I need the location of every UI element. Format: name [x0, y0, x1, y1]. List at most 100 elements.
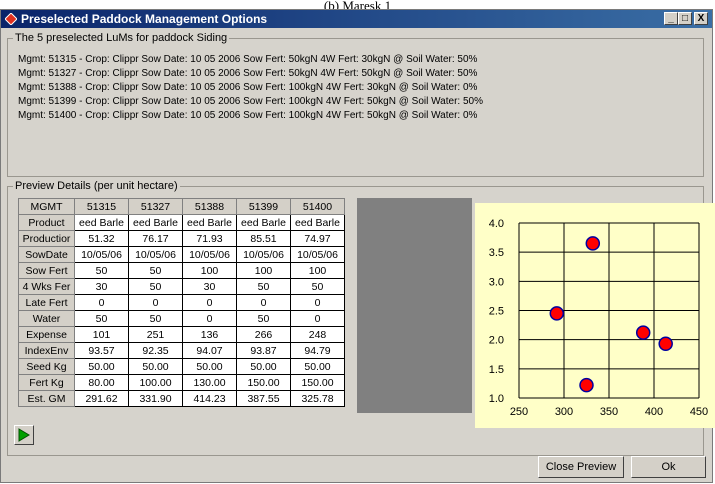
- table-cell: 50: [128, 310, 183, 327]
- table-cell: 331.90: [128, 390, 183, 407]
- table-cell: 80.00: [74, 374, 129, 391]
- table-cell: 50.00: [290, 358, 345, 375]
- table-row: 4 Wks Fer 30 50 30 50 50: [18, 278, 345, 295]
- table-row: Productior 51.32 76.17 71.93 85.51 74.97: [18, 230, 345, 247]
- table-cell: 136: [182, 326, 237, 343]
- table-cell: 387.55: [236, 390, 291, 407]
- table-corner-header: MGMT: [18, 198, 75, 215]
- ok-button[interactable]: Ok: [631, 456, 706, 478]
- table-column-header: 51399: [236, 198, 291, 215]
- row-header: Seed Kg: [18, 358, 75, 375]
- table-cell: 10/05/06: [128, 246, 183, 263]
- y-tick-label: 3.0: [489, 276, 504, 288]
- table-cell: 50.00: [128, 358, 183, 375]
- table-cell: 100.00: [128, 374, 183, 391]
- table-cell: 10/05/06: [182, 246, 237, 263]
- table-cell: 130.00: [182, 374, 237, 391]
- table-cell: 51.32: [74, 230, 129, 247]
- app-icon: [5, 13, 17, 25]
- table-cell: 30: [74, 278, 129, 295]
- table-cell: 93.87: [236, 342, 291, 359]
- y-tick-label: 4.0: [489, 218, 504, 230]
- play-icon: [18, 428, 30, 442]
- scatter-chart-svg: 250 300 350 400 450 1.0 1.5 2.0 2.5 3.0 3.5 4.0: [489, 218, 708, 418]
- maximize-button[interactable]: □: [678, 12, 692, 25]
- data-point: [585, 236, 601, 251]
- table-cell: 50.00: [182, 358, 237, 375]
- table-column-header: 51327: [128, 198, 183, 215]
- table-row: Est. GM 291.62 331.90 414.23 387.55 325.78: [18, 390, 345, 407]
- table-cell: 266: [236, 326, 291, 343]
- table-cell: 0: [290, 294, 345, 311]
- y-tick-label: 2.5: [489, 306, 504, 318]
- table-cell: 50: [74, 310, 129, 327]
- table-cell: 100: [290, 262, 345, 279]
- close-preview-button[interactable]: Close Preview: [538, 456, 624, 478]
- grid-empty-area: [357, 198, 472, 413]
- table-cell: 150.00: [236, 374, 291, 391]
- minimize-button[interactable]: _: [664, 12, 678, 25]
- table-cell: 100: [182, 262, 237, 279]
- x-tick-label: 400: [645, 406, 663, 418]
- row-header: SowDate: [18, 246, 75, 263]
- table-column-header: 51388: [182, 198, 237, 215]
- table-cell: 291.62: [74, 390, 129, 407]
- close-button[interactable]: X: [694, 12, 708, 25]
- y-tick-label: 2.0: [489, 335, 504, 347]
- table-cell: 248: [290, 326, 345, 343]
- lum-line: Mgmt: 51388 - Crop: Clippr Sow Date: 10 …: [18, 82, 478, 93]
- scatter-chart: 250 300 350 400 450 1.0 1.5 2.0 2.5 3.0 3.5 4.0: [475, 203, 715, 428]
- x-tick-label: 300: [555, 406, 573, 418]
- table-row: Expense 101 251 136 266 248: [18, 326, 345, 343]
- table-cell: 94.07: [182, 342, 237, 359]
- table-cell: 50.00: [74, 358, 129, 375]
- table-cell: 92.35: [128, 342, 183, 359]
- table-cell: 0: [182, 310, 237, 327]
- table-cell: 10/05/06: [236, 246, 291, 263]
- table-cell: 0: [182, 294, 237, 311]
- table-cell: 50.00: [236, 358, 291, 375]
- table-row: SowDate 10/05/06 10/05/06 10/05/06 10/05/06 1…: [18, 246, 345, 263]
- data-point: [635, 325, 651, 340]
- x-tick-label: 450: [690, 406, 708, 418]
- table-cell: 100: [236, 262, 291, 279]
- preview-group: Preview Details (per unit hectare) MGMT 5…: [7, 180, 715, 456]
- table-cell: 50: [236, 278, 291, 295]
- table-cell: 10/05/06: [290, 246, 345, 263]
- table-cell: eed Barle: [236, 214, 291, 231]
- row-header: Water: [18, 310, 75, 327]
- table-cell: 30: [182, 278, 237, 295]
- table-cell: 93.57: [74, 342, 129, 359]
- row-header: Late Fert: [18, 294, 75, 311]
- run-preview-button[interactable]: [14, 425, 34, 445]
- data-point: [579, 377, 594, 393]
- table-row: Product eed Barle eed Barle eed Barle eed Ba…: [18, 214, 345, 231]
- table-row: Fert Kg 80.00 100.00 130.00 150.00 150.00: [18, 374, 345, 391]
- table-cell: eed Barle: [290, 214, 345, 231]
- table-cell: 325.78: [290, 390, 345, 407]
- dialog-window: Preselected Paddock Management Options _…: [0, 9, 715, 483]
- row-header: Expense: [18, 326, 75, 343]
- lum-line: Mgmt: 51327 - Crop: Clippr Sow Date: 10 …: [18, 68, 478, 79]
- table-cell: 74.97: [290, 230, 345, 247]
- lum-line: Mgmt: 51315 - Crop: Clippr Sow Date: 10 …: [18, 54, 478, 65]
- title-bar: Preselected Paddock Management Options _…: [1, 10, 712, 28]
- row-header: Est. GM: [18, 390, 75, 407]
- table-cell: 0: [74, 294, 129, 311]
- window-title: Preselected Paddock Management Options: [21, 12, 268, 26]
- table-cell: 0: [236, 294, 291, 311]
- table-cell: eed Barle: [74, 214, 129, 231]
- preview-table: MGMT 51315 51327 51388 51399 51400 Product eed …: [18, 198, 345, 407]
- table-cell: 101: [74, 326, 129, 343]
- table-column-header: 51315: [74, 198, 129, 215]
- table-cell: 10/05/06: [74, 246, 129, 263]
- table-cell: 50: [128, 278, 183, 295]
- row-header: Product: [18, 214, 75, 231]
- preview-group-label: Preview Details (per unit hectare): [15, 180, 178, 192]
- lum-line: Mgmt: 51399 - Crop: Clippr Sow Date: 10 …: [18, 96, 483, 107]
- table-cell: 0: [128, 294, 183, 311]
- table-cell: 414.23: [182, 390, 237, 407]
- table-row: Late Fert 0 0 0 0 0: [18, 294, 345, 311]
- table-cell: 251: [128, 326, 183, 343]
- row-header: IndexEnv: [18, 342, 75, 359]
